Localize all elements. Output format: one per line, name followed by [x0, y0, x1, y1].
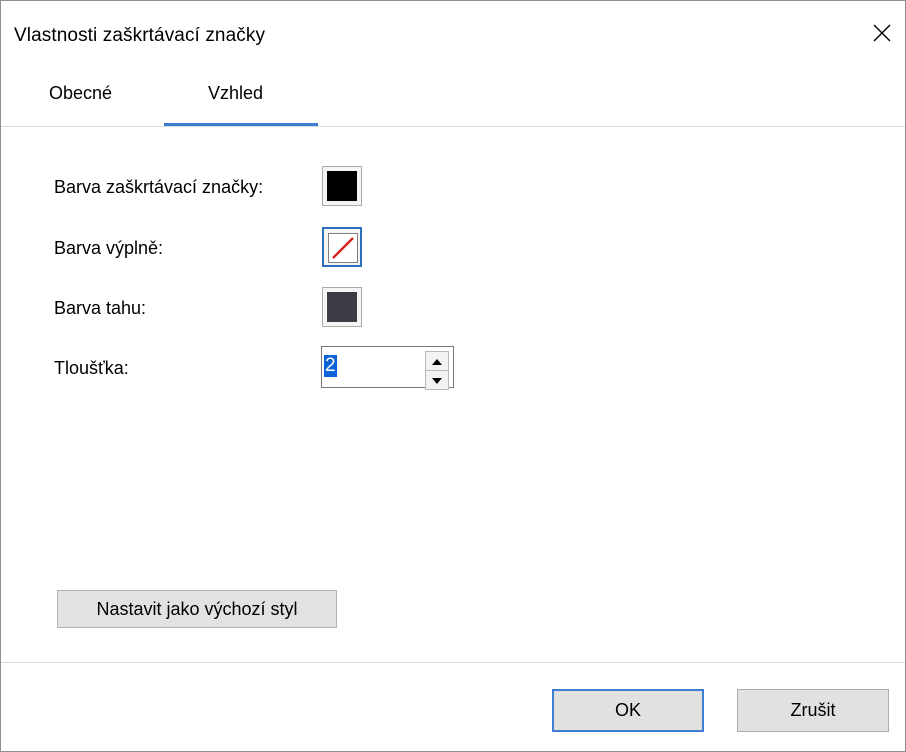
footer-divider: [1, 662, 905, 663]
thickness-stepper: 2: [321, 346, 454, 390]
fill-color-picker[interactable]: [322, 227, 362, 267]
thickness-input[interactable]: 2: [324, 355, 337, 377]
tab-bar: Obecné Vzhled: [1, 63, 905, 127]
increment-button[interactable]: [425, 351, 449, 370]
check-color-picker[interactable]: [322, 166, 362, 206]
close-button[interactable]: [859, 15, 905, 55]
tab-appearance[interactable]: Vzhled: [208, 83, 263, 104]
cancel-button[interactable]: Zrušit: [737, 689, 889, 732]
arrow-up-icon: [432, 352, 442, 370]
stroke-color-picker[interactable]: [322, 287, 362, 327]
tab-divider: [1, 126, 905, 127]
set-default-style-button[interactable]: Nastavit jako výchozí styl: [57, 590, 337, 628]
properties-dialog: Vlastnosti zaškrtávací značky Obecné Vzh…: [0, 0, 906, 752]
check-color-swatch: [327, 171, 357, 201]
ok-button[interactable]: OK: [552, 689, 704, 732]
check-color-label: Barva zaškrtávací značky:: [54, 177, 264, 197]
dialog-title: Vlastnosti zaškrtávací značky: [14, 25, 266, 46]
fill-color-label: Barva výplně:: [54, 238, 164, 258]
close-icon: [872, 23, 892, 48]
decrement-button[interactable]: [425, 370, 449, 390]
no-color-icon: [328, 233, 358, 263]
stroke-color-swatch: [327, 292, 357, 322]
tab-general[interactable]: Obecné: [49, 83, 112, 104]
thickness-label: Tloušťka:: [54, 358, 129, 378]
thickness-spin-buttons: [425, 351, 449, 390]
title-bar: Vlastnosti zaškrtávací značky: [1, 1, 905, 63]
stroke-color-label: Barva tahu:: [54, 298, 147, 318]
arrow-down-icon: [432, 371, 442, 389]
